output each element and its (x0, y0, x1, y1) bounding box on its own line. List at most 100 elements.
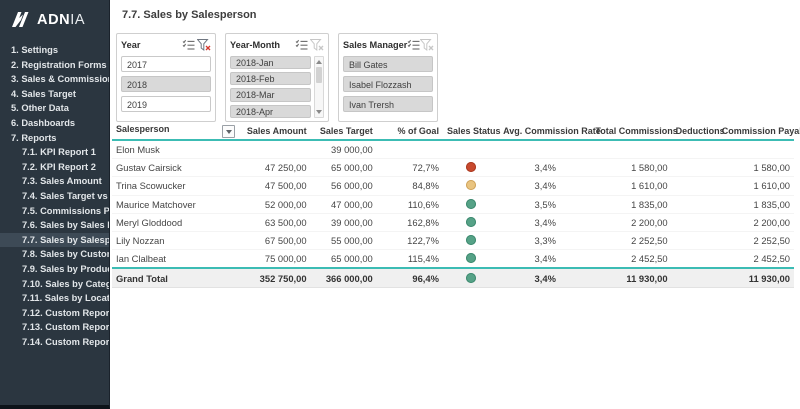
sidebar: ADNIA 1. Settings2. Registration Forms3.… (0, 0, 110, 409)
avg-commission-rate-cell: 3,4% (499, 213, 591, 231)
scroll-thumb[interactable] (316, 67, 322, 83)
salesperson-cell: Ian Clalbeat (112, 250, 240, 269)
avg-commission-rate-cell: 3,4% (499, 268, 591, 287)
sidebar-item-7-13-custom-report-2[interactable]: 7.13. Custom Report 2 (0, 320, 109, 335)
table-row: Gustav Cairsick47 250,0065 000,0072,7%3,… (112, 159, 794, 177)
slicer-header: Year (121, 37, 211, 52)
slicer-item-2018-apr[interactable]: 2018-Apr (230, 105, 311, 118)
sidebar-item-7-8-sales-by-customers[interactable]: 7.8. Sales by Customers (0, 247, 109, 262)
total-commissions-cell: 1 835,00 (591, 195, 671, 213)
commission-payable-cell: 2 452,50 (718, 250, 794, 269)
sales-status-cell (443, 268, 499, 287)
slicer-year: Year 2017 2018 2019 (116, 33, 216, 122)
slicer-scrollbar[interactable] (314, 56, 324, 118)
total-commissions-cell: 2 452,50 (591, 250, 671, 269)
sales-target-cell: 65 000,00 (311, 250, 377, 269)
slicer-item-2017[interactable]: 2017 (121, 56, 211, 72)
column-header-sales-status: Sales Status (443, 123, 499, 140)
sidebar-item-7-6-sales-by-sales-manager[interactable]: 7.6. Sales by Sales Manager (0, 218, 109, 233)
clear-filter-icon[interactable] (420, 39, 434, 51)
column-header-total-commissions: Total Commissions (591, 123, 671, 140)
slicer-item-2018-feb[interactable]: 2018-Feb (230, 72, 311, 85)
slicer-year-month: Year-Month2018-Jan2018-Feb2018-Mar2018-A… (225, 33, 329, 122)
multiselect-icon[interactable] (407, 39, 420, 51)
sidebar-item-5-other-data[interactable]: 5. Other Data (0, 101, 109, 116)
sidebar-item-7-2-kpi-report-2[interactable]: 7.2. KPI Report 2 (0, 160, 109, 175)
sidebar-item-7-5-commissions-payable[interactable]: 7.5. Commissions Payable (0, 204, 109, 219)
of-goal-cell: 122,7% (377, 231, 443, 249)
sidebar-item-7-reports[interactable]: 7. Reports (0, 131, 109, 146)
sidebar-item-7-4-sales-target-vs-actual[interactable]: 7.4. Sales Target vs Actual (0, 189, 109, 204)
slicer-item-list: 2018-Jan 2018-Feb 2018-Mar 2018-Apr (230, 56, 311, 118)
avg-commission-rate-cell: 3,5% (499, 195, 591, 213)
commission-payable-cell (718, 140, 794, 159)
sidebar-item-7-1-kpi-report-1[interactable]: 7.1. KPI Report 1 (0, 145, 109, 160)
sales-amount-cell: 52 000,00 (240, 195, 310, 213)
column-header-label: Avg. Commission Rate (503, 126, 601, 136)
sidebar-item-6-dashboards[interactable]: 6. Dashboards (0, 116, 109, 131)
slicer-item-2019[interactable]: 2019 (121, 96, 211, 112)
sidebar-item-7-11-sales-by-location[interactable]: 7.11. Sales by Location (0, 291, 109, 306)
sales-amount-cell: 63 500,00 (240, 213, 310, 231)
slicer-body: 2017 2018 2019 (121, 56, 211, 118)
sidebar-item-7-12-custom-report-1[interactable]: 7.12. Custom Report 1 (0, 306, 109, 321)
sales-target-cell: 39 000,00 (311, 140, 377, 159)
of-goal-cell: 110,6% (377, 195, 443, 213)
sales-amount-cell (240, 140, 310, 159)
column-header-label: Sales Amount (247, 126, 307, 136)
logo: ADNIA (0, 0, 109, 28)
scroll-down-icon[interactable] (315, 108, 323, 116)
status-dot-green (466, 199, 476, 209)
sales-amount-cell: 352 750,00 (240, 268, 310, 287)
sales-status-cell (443, 231, 499, 249)
deductions-cell (672, 140, 718, 159)
sales-status-cell (443, 213, 499, 231)
scroll-up-icon[interactable] (315, 58, 323, 66)
sidebar-item-7-7-sales-by-salesperson[interactable]: 7.7. Sales by Salesperson (0, 233, 109, 248)
clear-filter-icon[interactable] (309, 39, 324, 51)
sidebar-item-7-3-sales-amount[interactable]: 7.3. Sales Amount (0, 174, 109, 189)
sales-amount-cell: 75 000,00 (240, 250, 310, 269)
sidebar-item-7-14-custom-report-3[interactable]: 7.14. Custom Report 3 (0, 335, 109, 350)
salesperson-cell: Maurice Matchover (112, 195, 240, 213)
deductions-cell (672, 195, 718, 213)
deductions-cell (672, 159, 718, 177)
sidebar-item-4-sales-target[interactable]: 4. Sales Target (0, 87, 109, 102)
slicer-item-2018-mar[interactable]: 2018-Mar (230, 88, 311, 101)
autofilter-dropdown-button[interactable] (222, 125, 235, 138)
sidebar-item-1-settings[interactable]: 1. Settings (0, 43, 109, 58)
report-body: Elon Musk39 000,00Gustav Cairsick47 250,… (112, 140, 794, 287)
sales-status-cell (443, 195, 499, 213)
slicer-item-2018-jan[interactable]: 2018-Jan (230, 56, 311, 69)
table-row: Elon Musk39 000,00 (112, 140, 794, 159)
sidebar-item-7-10-sales-by-category[interactable]: 7.10. Sales by Category (0, 277, 109, 292)
slicer-item-ivan-trersh[interactable]: Ivan Trersh (343, 96, 433, 112)
column-header-sales-amount: Sales Amount (240, 123, 310, 140)
column-header-label: Sales Target (320, 126, 373, 136)
sidebar-item-7-9-sales-by-products[interactable]: 7.9. Sales by Products (0, 262, 109, 277)
sales-status-cell (443, 140, 499, 159)
commission-payable-cell: 2 252,50 (718, 231, 794, 249)
multiselect-icon[interactable] (181, 39, 196, 51)
deductions-cell (672, 213, 718, 231)
column-header-label: Deductions (676, 126, 725, 136)
slicer-item-isabel-flozzash[interactable]: Isabel Flozzash (343, 76, 433, 92)
column-header-label: Commission Payable (722, 126, 800, 136)
grand-total-row: Grand Total352 750,00366 000,0096,4%3,4%… (112, 268, 794, 287)
slicer-item-bill-gates[interactable]: Bill Gates (343, 56, 433, 72)
total-commissions-cell: 11 930,00 (591, 268, 671, 287)
of-goal-cell: 96,4% (377, 268, 443, 287)
clear-filter-icon[interactable] (196, 39, 211, 51)
sidebar-item-2-registration-forms[interactable]: 2. Registration Forms (0, 58, 109, 73)
slicer-item-2018[interactable]: 2018 (121, 76, 211, 92)
slicer-title: Sales Manager (343, 40, 407, 50)
adnia-logo-icon (11, 11, 31, 28)
table-row: Trina Scowucker47 500,0056 000,0084,8%3,… (112, 177, 794, 195)
deductions-cell (672, 268, 718, 287)
deductions-cell (672, 177, 718, 195)
column-header-of-goal: % of Goal (377, 123, 443, 140)
multiselect-icon[interactable] (294, 39, 309, 51)
avg-commission-rate-cell: 3,4% (499, 159, 591, 177)
sidebar-item-3-sales-commissions[interactable]: 3. Sales & Commissions (0, 72, 109, 87)
of-goal-cell: 84,8% (377, 177, 443, 195)
